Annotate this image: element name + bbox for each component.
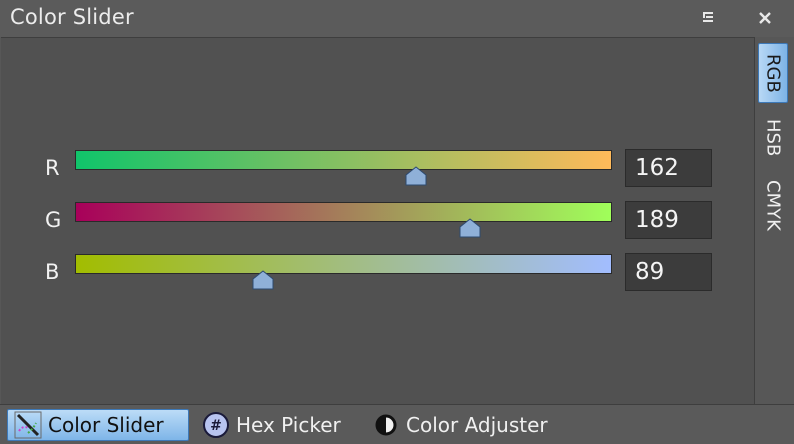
tab-hsb-label: HSB <box>762 119 784 157</box>
bottom-tab-bar: Color Slider # Hex Picker Color Adjuster <box>0 404 794 444</box>
panel-title: Color Slider <box>10 5 134 29</box>
tab-color-slider-label: Color Slider <box>48 413 164 437</box>
tab-rgb-label: RGB <box>762 53 784 93</box>
tab-color-slider[interactable]: Color Slider <box>7 409 189 441</box>
channel-label-r: R <box>45 156 60 180</box>
slider-track-b[interactable] <box>75 254 612 274</box>
value-field-r[interactable]: 162 <box>625 149 712 187</box>
slider-track-r[interactable] <box>75 150 612 170</box>
slider-track-g[interactable] <box>75 202 612 222</box>
tab-color-adjuster-label: Color Adjuster <box>406 413 548 437</box>
dock-menu-icon[interactable] <box>700 11 716 25</box>
color-slider-icon <box>14 411 42 439</box>
slider-row-b: B 89 <box>1 253 755 314</box>
tab-color-adjuster[interactable]: Color Adjuster <box>366 409 576 441</box>
slider-thumb-g[interactable] <box>459 218 481 238</box>
value-field-b[interactable]: 89 <box>625 253 712 291</box>
tab-rgb[interactable]: RGB <box>758 43 788 103</box>
tab-cmyk[interactable]: CMYK <box>758 168 788 242</box>
channel-label-b: B <box>45 260 60 284</box>
channel-label-g: G <box>45 208 62 232</box>
close-icon[interactable] <box>757 11 773 25</box>
slider-thumb-r[interactable] <box>405 166 427 186</box>
color-slider-panel: R 162 G 189 B 89 <box>1 37 755 404</box>
title-bar: Color Slider <box>0 0 794 37</box>
slider-thumb-b[interactable] <box>252 270 274 290</box>
hex-picker-icon: # <box>203 412 229 438</box>
contrast-icon <box>375 414 397 436</box>
tab-hex-picker[interactable]: # Hex Picker <box>196 409 366 441</box>
value-field-g[interactable]: 189 <box>625 201 712 239</box>
tab-hsb[interactable]: HSB <box>758 110 788 166</box>
tab-hex-picker-label: Hex Picker <box>236 413 341 437</box>
color-model-tabs: RGB HSB CMYK <box>756 40 792 404</box>
svg-text:#: # <box>210 418 222 434</box>
tab-cmyk-label: CMYK <box>762 179 784 231</box>
